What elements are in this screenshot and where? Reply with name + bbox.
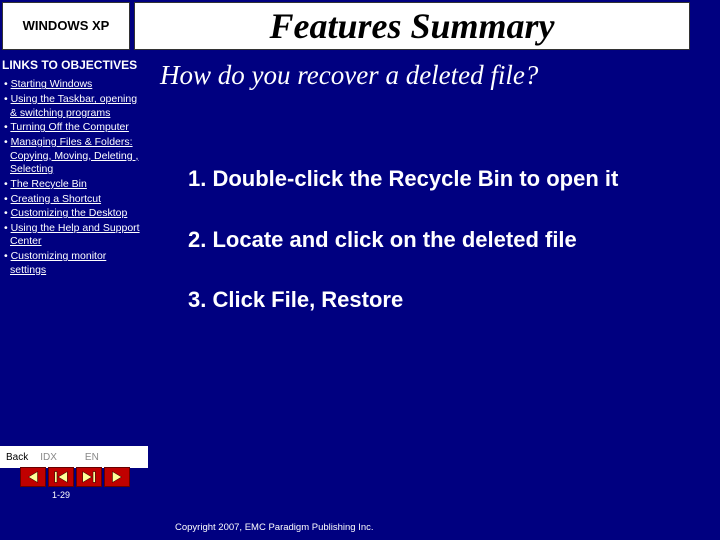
sidebar-item[interactable]: • Creating a Shortcut (2, 193, 142, 207)
nav-back[interactable]: Back (0, 452, 34, 463)
arrow-right-icon (105, 468, 129, 486)
product-label: WINDOWS XP (23, 18, 110, 34)
sidebar-item[interactable]: • Using the Help and Support Center (2, 222, 142, 249)
first-button[interactable] (48, 467, 74, 487)
copyright: Copyright 2007, EMC Paradigm Publishing … (175, 522, 374, 533)
step-item: 2. Locate and click on the deleted file (188, 226, 688, 255)
sidebar-item[interactable]: • Managing Files & Folders: Copying, Mov… (2, 136, 142, 177)
nav-idx[interactable]: IDX (34, 452, 63, 463)
last-button[interactable] (76, 467, 102, 487)
nav-en[interactable]: EN (79, 452, 105, 463)
question-heading: How do you recover a deleted file? (160, 60, 538, 91)
sidebar-item[interactable]: • Starting Windows (2, 78, 142, 92)
steps-list: 1. Double-click the Recycle Bin to open … (188, 165, 688, 347)
sidebar-item[interactable]: • Customizing the Desktop (2, 207, 142, 221)
prev-button[interactable] (20, 467, 46, 487)
page-title: Features Summary (269, 5, 554, 47)
step-item: 1. Double-click the Recycle Bin to open … (188, 165, 688, 194)
title-box: Features Summary (134, 2, 690, 50)
sidebar-item[interactable]: • Turning Off the Computer (2, 121, 142, 135)
arrow-last-icon (77, 468, 101, 486)
sidebar-list: • Starting Windows • Using the Taskbar, … (2, 78, 142, 277)
sidebar-item[interactable]: • Using the Taskbar, opening & switching… (2, 93, 142, 120)
sidebar-item[interactable]: • The Recycle Bin (2, 178, 142, 192)
product-box: WINDOWS XP (2, 2, 130, 50)
arrow-row (20, 467, 130, 487)
nav-bar: Back IDX EN (0, 446, 148, 468)
next-button[interactable] (104, 467, 130, 487)
step-item: 3. Click File, Restore (188, 286, 688, 315)
arrow-left-icon (21, 468, 45, 486)
page-number: 1-29 (52, 490, 70, 500)
arrow-first-icon (49, 468, 73, 486)
sidebar: LINKS TO OBJECTIVES • Starting Windows •… (2, 58, 142, 278)
sidebar-item[interactable]: • Customizing monitor settings (2, 250, 142, 277)
sidebar-title: LINKS TO OBJECTIVES (2, 58, 142, 72)
